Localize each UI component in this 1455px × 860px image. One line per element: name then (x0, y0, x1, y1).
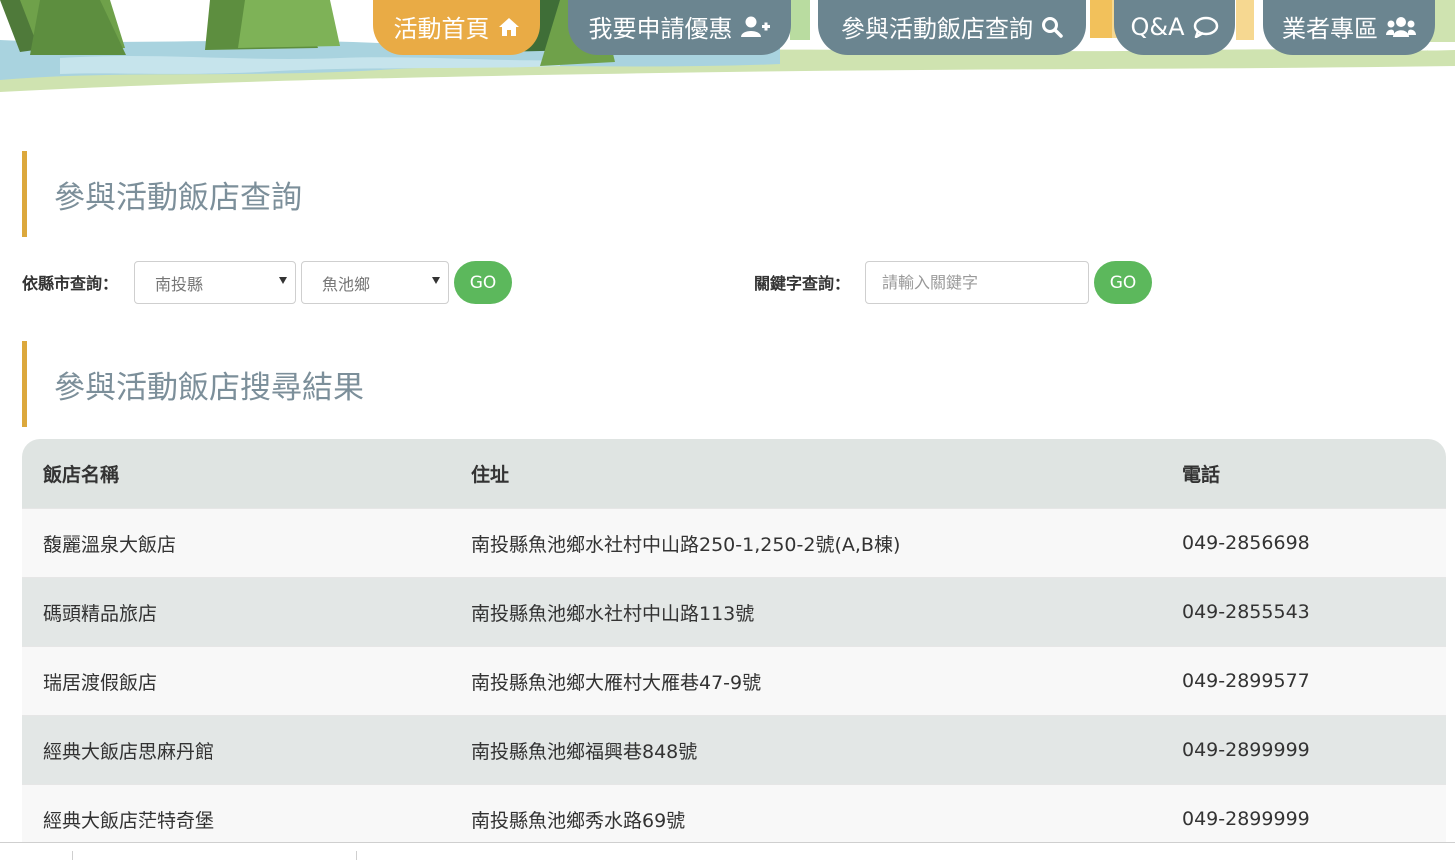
hotel-search-title: 參與活動飯店查詢 (22, 151, 302, 237)
township-select-value: 魚池鄉 (322, 274, 371, 294)
header-hotel-name: 飯店名稱 (43, 464, 120, 486)
table-row: 馥麗溫泉大飯店 南投縣魚池鄉水社村中山路250-1,250-2號(A,B棟) 0… (22, 508, 1446, 577)
main-nav: 活動首頁 我要申請優惠 參與活動飯店查詢 Q&A 業者專區 (0, 0, 1455, 56)
chevron-down-icon (279, 277, 287, 284)
chevron-down-icon (432, 277, 440, 284)
nav-hotel-search-label: 參與活動飯店查詢 (841, 15, 1033, 43)
township-select[interactable]: 魚池鄉 (301, 261, 449, 304)
keyword-go-button[interactable]: GO (1094, 261, 1152, 304)
search-icon (1041, 16, 1063, 38)
table-row: 碼頭精品旅店 南投縣魚池鄉水社村中山路113號 049-2855543 (22, 577, 1446, 646)
nav-hotel-search-button[interactable]: 參與活動飯店查詢 (818, 0, 1086, 55)
hotel-phone: 049-2899577 (1182, 670, 1310, 692)
header-address: 住址 (471, 464, 510, 486)
hotel-phone: 049-2855543 (1182, 601, 1310, 623)
window-bottom-edge (0, 842, 1455, 860)
results-title: 參與活動飯店搜尋結果 (22, 341, 364, 427)
hotel-name: 瑞居渡假飯店 (43, 671, 158, 694)
hotel-phone: 049-2856698 (1182, 532, 1310, 554)
hotel-address: 南投縣魚池鄉水社村中山路113號 (471, 602, 755, 625)
users-icon (1386, 16, 1416, 38)
keyword-input[interactable] (865, 261, 1089, 304)
results-table: 飯店名稱 住址 電話 馥麗溫泉大飯店 南投縣魚池鄉水社村中山路250-1,250… (22, 439, 1446, 853)
county-select[interactable]: 南投縣 (134, 261, 296, 304)
nav-home-label: 活動首頁 (393, 15, 490, 43)
keyword-filter-label: 關鍵字查詢： (754, 274, 851, 293)
table-row: 經典大飯店思麻丹館 南投縣魚池鄉福興巷848號 049-2899999 (22, 715, 1446, 784)
user-plus-icon (740, 16, 771, 38)
county-select-value: 南投縣 (155, 274, 204, 294)
nav-home-button[interactable]: 活動首頁 (373, 0, 540, 55)
nav-business-button[interactable]: 業者專區 (1263, 0, 1435, 55)
chat-bubble-icon (1193, 16, 1219, 38)
hotel-address: 南投縣魚池鄉水社村中山路250-1,250-2號(A,B棟) (471, 533, 901, 556)
hotel-name: 馥麗溫泉大飯店 (43, 533, 177, 556)
city-filter-label: 依縣市查詢： (22, 274, 119, 293)
nav-qa-button[interactable]: Q&A (1114, 0, 1235, 55)
nav-apply-label: 我要申請優惠 (588, 15, 733, 43)
hotel-address: 南投縣魚池鄉大雁村大雁巷47-9號 (471, 671, 762, 694)
table-row: 瑞居渡假飯店 南投縣魚池鄉大雁村大雁巷47-9號 049-2899577 (22, 646, 1446, 715)
hotel-phone: 049-2899999 (1182, 739, 1310, 761)
hotel-name: 碼頭精品旅店 (43, 602, 158, 625)
hotel-address: 南投縣魚池鄉福興巷848號 (471, 740, 698, 763)
header-phone: 電話 (1182, 464, 1221, 486)
nav-apply-button[interactable]: 我要申請優惠 (568, 0, 791, 55)
table-header: 飯店名稱 住址 電話 (22, 439, 1446, 508)
hotel-name: 經典大飯店思麻丹館 (43, 740, 215, 763)
nav-qa-label: Q&A (1130, 12, 1185, 41)
home-icon (498, 17, 520, 37)
city-go-button[interactable]: GO (454, 261, 512, 304)
header-banner: 活動首頁 我要申請優惠 參與活動飯店查詢 Q&A 業者專區 (0, 0, 1455, 100)
nav-business-label: 業者專區 (1282, 15, 1378, 43)
